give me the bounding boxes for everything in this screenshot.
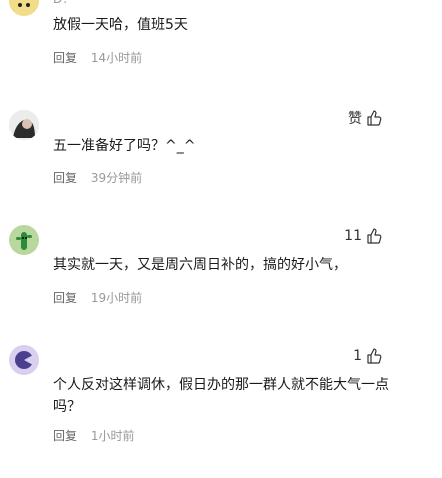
avatar[interactable] [9, 345, 39, 375]
comment-text: 个人反对这样调休，假日办的那一群人就不能大气一点吗？ [53, 377, 389, 415]
timestamp: 1小时前 [90, 429, 135, 443]
like-button[interactable]: 赞 [348, 108, 382, 128]
comment-meta: 回复 19小时前 [53, 289, 142, 306]
avatar[interactable] [9, 0, 39, 16]
thumbs-up-icon [367, 348, 382, 364]
comment-text: 其实就一天，又是周六周日补的，搞的好小气， [53, 257, 347, 273]
comment-meta: 回复 39分钟前 [53, 169, 142, 186]
comment-3: 11 其实就一天，又是周六周日补的，搞的好小气， 回复 19小时前 [0, 215, 442, 325]
like-button[interactable]: 11 [344, 228, 382, 244]
like-count: 赞 [348, 111, 362, 127]
timestamp: 19小时前 [90, 291, 143, 305]
thumbs-up-icon [367, 110, 382, 126]
avatar[interactable] [9, 110, 39, 140]
comment-text: 放假一天哈，值班5天 [53, 17, 188, 33]
timestamp: 14小时前 [90, 51, 143, 65]
timestamp: 39分钟前 [90, 171, 143, 185]
avatar[interactable] [9, 225, 39, 255]
comment-4: 1 个人反对这样调休，假日办的那一群人就不能大气一点吗？ 回复 1小时前 [0, 335, 442, 475]
comment-2: 赞 五一准备好了吗？^_^ 回复 39分钟前 [0, 95, 442, 205]
reply-button[interactable]: 回复 [53, 429, 77, 443]
reply-button[interactable]: 回复 [53, 171, 77, 185]
comment-meta: 回复 14小时前 [53, 49, 142, 66]
reply-button[interactable]: 回复 [53, 51, 77, 65]
comment-1: D. 放假一天哈，值班5天 回复 14小时前 [0, 0, 442, 80]
like-button[interactable]: 1 [353, 348, 382, 364]
comment-meta: 回复 1小时前 [53, 427, 134, 444]
like-count: 11 [344, 228, 362, 244]
thumbs-up-icon [367, 228, 382, 244]
comment-author[interactable]: D. [53, 0, 68, 6]
like-count: 1 [353, 348, 362, 364]
reply-button[interactable]: 回复 [53, 291, 77, 305]
comment-text: 五一准备好了吗？^_^ [53, 138, 196, 154]
